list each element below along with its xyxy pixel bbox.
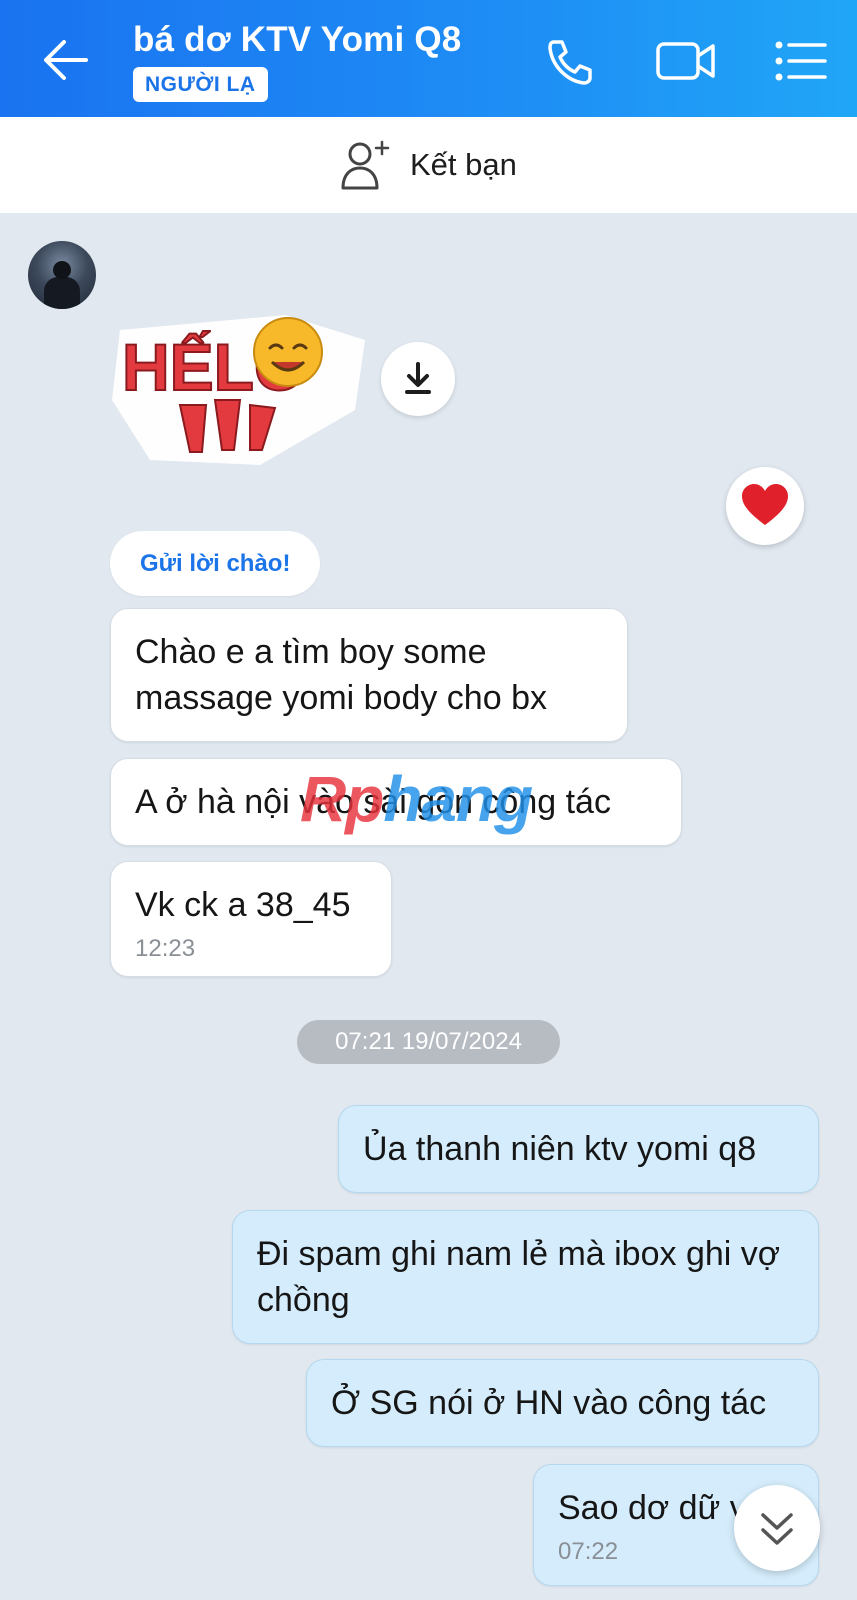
message-text: Ủa thanh niên ktv yomi q8 <box>363 1130 757 1168</box>
message-text: Vk ck a 38_45 <box>135 886 351 924</box>
back-arrow-icon[interactable] <box>38 36 94 84</box>
message-text: Chào e a tìm boy some massage yomi body … <box>135 633 547 717</box>
message-bubble-incoming[interactable]: Chào e a tìm boy some massage yomi body … <box>110 608 628 742</box>
chat-header: bá dơ KTV Yomi Q8 NGƯỜI LẠ <box>0 0 857 117</box>
double-chevron-down-icon <box>761 1513 793 1545</box>
date-separator: 07:21 19/07/2024 <box>297 1020 560 1064</box>
message-bubble-incoming[interactable]: Vk ck a 38_45 12:23 <box>110 861 392 977</box>
heart-icon <box>742 484 788 525</box>
message-text: Ở SG nói ở HN vào công tác <box>331 1384 767 1422</box>
contact-avatar[interactable] <box>28 241 96 309</box>
heart-reaction-button[interactable] <box>726 467 804 545</box>
add-friend-icon <box>341 140 390 190</box>
send-greeting-button[interactable]: Gửi lời chào! <box>110 531 321 596</box>
hello-sticker[interactable]: HẾLO <box>110 290 370 470</box>
message-bubble-outgoing[interactable]: Ủa thanh niên ktv yomi q8 <box>338 1105 819 1193</box>
contact-name[interactable]: bá dơ KTV Yomi Q8 <box>133 20 461 60</box>
download-sticker-button[interactable] <box>381 342 455 416</box>
message-bubble-outgoing[interactable]: Đi spam ghi nam lẻ mà ibox ghi vợ chồng <box>232 1210 819 1344</box>
scroll-to-bottom-button[interactable] <box>734 1485 820 1571</box>
add-friend-button[interactable]: Kết bạn <box>340 137 517 193</box>
menu-list-icon[interactable] <box>773 36 833 86</box>
add-friend-label: Kết bạn <box>410 147 517 182</box>
message-time: 12:23 <box>135 935 196 962</box>
add-friend-bar: Kết bạn <box>0 117 857 213</box>
download-icon <box>405 362 431 394</box>
message-text: Đi spam ghi nam lẻ mà ibox ghi vợ chồng <box>257 1235 781 1319</box>
message-text: A ở hà nội vào sài gòn công tác <box>135 783 611 821</box>
message-bubble-outgoing[interactable]: Ở SG nói ở HN vào công tác <box>306 1359 819 1447</box>
video-call-icon[interactable] <box>655 36 715 86</box>
stranger-badge: NGƯỜI LẠ <box>133 67 268 102</box>
phone-icon[interactable] <box>540 36 600 86</box>
message-bubble-incoming[interactable]: A ở hà nội vào sài gòn công tác <box>110 758 682 846</box>
message-text: Sao dơ dữ v <box>558 1489 747 1527</box>
